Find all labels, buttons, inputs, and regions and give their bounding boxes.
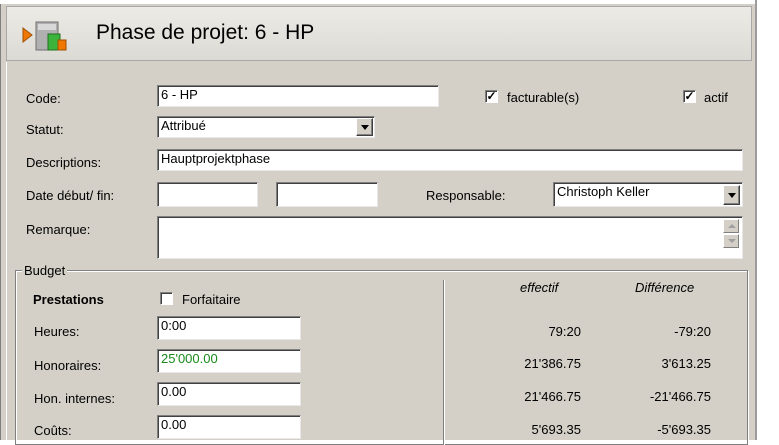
- hon-internes-label: Hon. internes:: [34, 391, 115, 406]
- hon-internes-effectif: 21'466.75: [524, 389, 581, 404]
- statut-dropdown-button[interactable]: [356, 118, 373, 136]
- prestations-heading: Prestations: [33, 292, 104, 307]
- header-bar: Phase de projet: 6 - HP: [6, 6, 752, 61]
- couts-label: Coûts:: [34, 423, 72, 438]
- arrow-up-icon: [728, 224, 736, 228]
- honoraires-difference: 3'613.25: [661, 356, 711, 371]
- scroll-down-button[interactable]: [723, 234, 739, 248]
- top-strip: [0, 0, 756, 4]
- date-start-input[interactable]: [157, 182, 258, 207]
- outer-right-area: [756, 0, 779, 440]
- date-label: Date début/ fin:: [26, 188, 115, 203]
- budget-column-separator: [443, 280, 445, 445]
- forfaitaire-label: Forfaitaire: [182, 292, 241, 307]
- date-end-input[interactable]: [276, 182, 378, 207]
- responsable-value: Christoph Keller: [557, 184, 650, 199]
- couts-difference: -5'693.35: [657, 422, 711, 437]
- hon-internes-input[interactable]: 0.00: [157, 382, 301, 406]
- chevron-down-icon: [728, 193, 736, 198]
- col-difference-header: Différence: [635, 280, 695, 295]
- descriptions-label: Descriptions:: [26, 155, 102, 170]
- arrow-down-icon: [728, 239, 736, 243]
- heures-difference: -79:20: [674, 324, 711, 339]
- facturable-checkbox[interactable]: ✓: [485, 90, 498, 103]
- chevron-down-icon: [361, 125, 369, 130]
- scroll-up-button[interactable]: [723, 219, 739, 233]
- responsable-label: Responsable:: [426, 188, 506, 203]
- page-title: Phase de projet: 6 - HP: [96, 21, 315, 44]
- couts-input[interactable]: 0.00: [157, 415, 301, 439]
- responsable-dropdown-button[interactable]: [723, 185, 740, 205]
- forfaitaire-checkbox[interactable]: [160, 292, 173, 305]
- heures-input[interactable]: 0:00: [157, 316, 301, 340]
- descriptions-input[interactable]: Hauptprojektphase: [157, 149, 743, 171]
- honoraires-label: Honoraires:: [34, 358, 102, 373]
- honoraires-input[interactable]: 25'000.00: [157, 349, 301, 373]
- heures-label: Heures:: [34, 324, 80, 339]
- statut-label: Statut:: [26, 122, 64, 137]
- statut-value: Attribué: [161, 118, 206, 133]
- project-phase-icon: [21, 20, 75, 52]
- remarque-textarea[interactable]: [157, 216, 743, 259]
- couts-effectif: 5'693.35: [531, 422, 581, 437]
- statut-select[interactable]: Attribué: [157, 116, 375, 138]
- facturable-label: facturable(s): [507, 90, 580, 105]
- actif-checkbox[interactable]: ✓: [683, 90, 696, 103]
- responsable-select[interactable]: Christoph Keller: [553, 182, 743, 207]
- window-right-border: [755, 0, 757, 440]
- hon-internes-difference: -21'466.75: [649, 389, 711, 404]
- remarque-label: Remarque:: [26, 222, 91, 237]
- code-input[interactable]: 6 - HP: [157, 85, 439, 107]
- honoraires-effectif: 21'386.75: [524, 356, 581, 371]
- budget-group-label: Budget: [22, 263, 68, 278]
- code-label: Code:: [26, 91, 61, 106]
- heures-effectif: 79:20: [548, 324, 581, 339]
- col-effectif-header: effectif: [520, 280, 559, 295]
- actif-label: actif: [704, 90, 728, 105]
